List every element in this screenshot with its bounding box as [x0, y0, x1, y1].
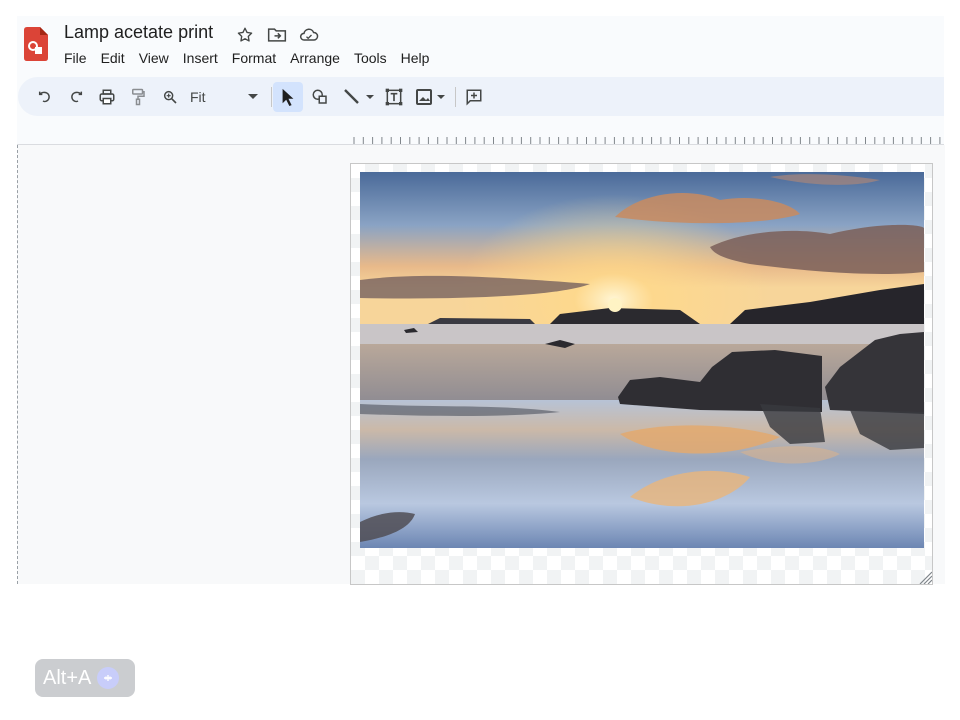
comment-icon[interactable] — [462, 84, 486, 110]
zoom-value: Fit — [190, 89, 206, 105]
redo-icon[interactable] — [65, 84, 87, 110]
selected-image-frame[interactable] — [350, 163, 933, 585]
menu-insert[interactable]: Insert — [176, 49, 225, 67]
menu-bar: File Edit View Insert Format Arrange Too… — [57, 49, 436, 67]
menu-file[interactable]: File — [57, 49, 94, 67]
paint-format-icon[interactable] — [127, 84, 149, 110]
drawing-canvas[interactable]: Alt+A — [17, 145, 945, 697]
sparkle-icon — [97, 667, 120, 689]
menu-edit[interactable]: Edit — [94, 49, 132, 67]
menu-help[interactable]: Help — [394, 49, 437, 67]
line-icon[interactable] — [341, 84, 377, 110]
toolbar-divider — [271, 87, 272, 107]
toolbar: Fit — [18, 77, 944, 116]
chevron-down-icon — [248, 94, 258, 100]
image-icon[interactable] — [414, 84, 450, 110]
text-box-icon[interactable] — [383, 84, 405, 110]
shape-icon[interactable] — [309, 84, 331, 110]
zoom-icon[interactable] — [159, 84, 181, 110]
toolbar-divider — [455, 87, 456, 107]
menu-tools[interactable]: Tools — [347, 49, 394, 67]
menu-view[interactable]: View — [132, 49, 176, 67]
drawings-logo-icon[interactable] — [24, 27, 48, 61]
zoom-select[interactable]: Fit — [190, 84, 258, 110]
menu-arrange[interactable]: Arrange — [283, 49, 347, 67]
undo-icon[interactable] — [34, 84, 56, 110]
resize-handle-icon[interactable] — [918, 570, 932, 584]
alt-a-shortcut-badge[interactable]: Alt+A — [35, 659, 135, 697]
sunset-beach-photo[interactable] — [360, 172, 924, 548]
shortcut-label: Alt+A — [43, 666, 92, 689]
cloud-saved-icon[interactable] — [297, 24, 321, 46]
print-icon[interactable] — [96, 84, 118, 110]
menu-format[interactable]: Format — [225, 49, 283, 67]
move-to-folder-icon[interactable] — [265, 24, 289, 46]
drawings-app-window: Lamp acetate print File Edit View Insert… — [17, 16, 945, 697]
document-title[interactable]: Lamp acetate print — [64, 22, 213, 43]
star-icon[interactable] — [233, 24, 257, 46]
select-icon[interactable] — [273, 82, 303, 112]
